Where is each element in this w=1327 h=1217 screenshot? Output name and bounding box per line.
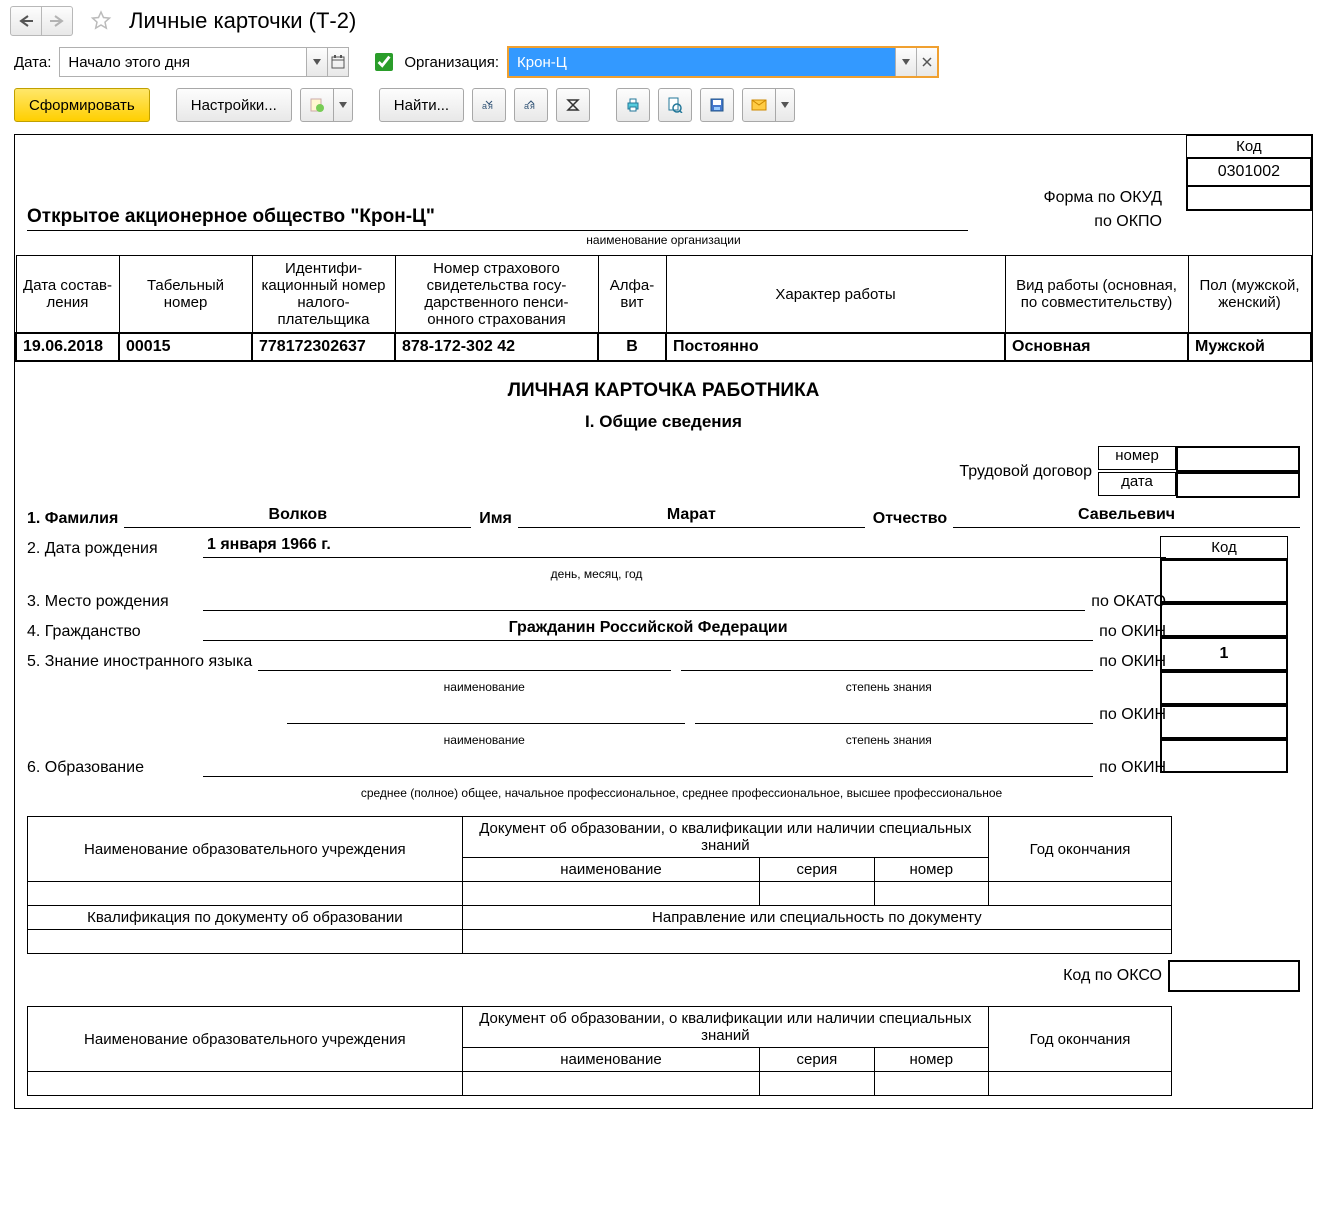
page-title: Личные карточки (Т-2) [129, 8, 356, 34]
generate-button[interactable]: Сформировать [14, 88, 150, 122]
code-box: Код 0301002 [1186, 135, 1312, 211]
expand-groups-button[interactable]: aя [472, 88, 506, 122]
org-input[interactable] [509, 48, 895, 76]
save-button[interactable] [700, 88, 734, 122]
forward-button[interactable] [42, 6, 73, 36]
preview-button[interactable] [658, 88, 692, 122]
settings-button[interactable]: Настройки... [176, 88, 292, 122]
okud-value: 0301002 [1186, 158, 1312, 187]
name-row: 1. Фамилия Волков Имя Марат Отчество Сав… [27, 506, 1300, 528]
email-dropdown-icon[interactable] [776, 88, 795, 122]
calendar-icon[interactable] [327, 48, 348, 76]
okpo-value [1186, 187, 1312, 211]
date-input[interactable] [60, 48, 306, 76]
print-button[interactable] [616, 88, 650, 122]
email-button[interactable] [742, 88, 776, 122]
card-title: ЛИЧНАЯ КАРТОЧКА РАБОТНИКА [15, 362, 1312, 412]
org-filter-checkbox[interactable] [375, 53, 393, 71]
header-table: Дата состав- ления Табельный номер Идент… [15, 255, 1312, 362]
svg-text:a: a [482, 101, 487, 111]
section-1-title: I. Общие сведения [15, 412, 1312, 446]
collapse-groups-button[interactable]: aя [514, 88, 548, 122]
favorite-star-icon[interactable] [89, 9, 113, 33]
org-clear-icon[interactable] [916, 48, 937, 76]
education-table-1: Наименование образовательного учреждения… [27, 816, 1172, 954]
code-label: Код [1186, 135, 1312, 158]
table-row: 19.06.2018 00015 778172302637 878-172-30… [16, 333, 1311, 361]
org-caption: наименование организации [27, 231, 1300, 255]
sum-button[interactable] [556, 88, 590, 122]
org-dropdown-icon[interactable] [895, 48, 916, 76]
org-combo[interactable] [507, 46, 939, 78]
date-dropdown-icon[interactable] [306, 48, 327, 76]
back-button[interactable] [10, 6, 42, 36]
okud-label: Форма по ОКУД [968, 189, 1162, 207]
org-label: Организация: [404, 54, 499, 71]
settings-variants-button[interactable] [300, 88, 334, 122]
date-label: Дата: [14, 54, 51, 71]
trud-label: Трудовой договор [959, 463, 1092, 481]
education-table-2: Наименование образовательного учреждения… [27, 1006, 1172, 1096]
okpo-label: по ОКПО [968, 213, 1162, 231]
settings-variants-dropdown-icon[interactable] [334, 88, 353, 122]
okso-value [1168, 960, 1300, 992]
okso-label: Код по ОКСО [1063, 967, 1168, 985]
find-button[interactable]: Найти... [379, 88, 464, 122]
date-combo[interactable] [59, 47, 349, 77]
svg-text:a: a [524, 101, 529, 111]
org-full-name: Открытое акционерное общество "Крон-Ц" [27, 206, 968, 231]
